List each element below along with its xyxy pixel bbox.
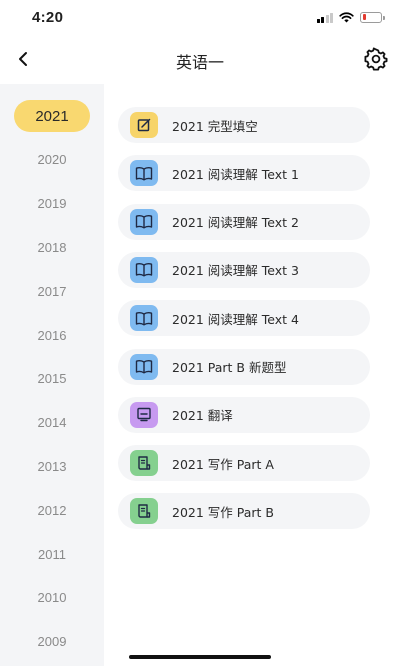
section-item-label: 2021 阅读理解 Text 2: [172, 215, 299, 231]
sidebar-year-2010[interactable]: 2010: [14, 582, 90, 614]
section-item-label: 2021 写作 Part A: [172, 456, 274, 472]
section-item[interactable]: 2021 阅读理解 Text 2: [118, 203, 370, 240]
wifi-icon: [339, 11, 354, 22]
section-item-label: 2021 写作 Part B: [172, 504, 274, 520]
translate-icon: [130, 401, 158, 428]
section-item[interactable]: 2021 Part B 新题型: [118, 348, 370, 385]
sidebar-year-2017[interactable]: 2017: [14, 275, 90, 307]
sidebar-year-2009[interactable]: 2009: [14, 626, 90, 658]
section-item-label: 2021 阅读理解 Text 1: [172, 166, 299, 182]
book-icon: [130, 305, 158, 332]
battery-icon: [360, 11, 385, 23]
page-title: 英语一: [175, 53, 224, 72]
edit-icon: [130, 112, 158, 138]
book-icon: [130, 353, 158, 380]
sidebar-year-2020[interactable]: 2020: [14, 144, 90, 176]
section-item-label: 2021 阅读理解 Text 3: [172, 263, 299, 279]
book-icon: [130, 208, 158, 235]
sidebar-year-2019[interactable]: 2019: [14, 188, 90, 220]
sidebar-year-2016[interactable]: 2016: [14, 319, 90, 351]
settings-button[interactable]: [362, 45, 390, 73]
year-sidebar: 2021 2020 2019 2018 2017 2016 2015 2014 2013 2012…: [0, 84, 104, 666]
section-item[interactable]: 2021 翻译: [118, 396, 370, 433]
sidebar-year-2011[interactable]: 2011: [14, 538, 90, 570]
section-item-label: 2021 阅读理解 Text 4: [172, 311, 299, 327]
section-item-label: 2021 翻译: [172, 408, 233, 424]
section-item[interactable]: 2021 写作 Part A: [118, 445, 370, 482]
section-item[interactable]: 2021 完型填空: [118, 107, 370, 143]
home-indicator: [129, 655, 271, 659]
nav-bar: 英语一: [0, 36, 400, 84]
sidebar-year-2021[interactable]: 2021: [14, 100, 90, 132]
section-list: 2021 完型填空 2021 阅读理解 Text 1 2021 阅读理解 Text …: [104, 84, 400, 666]
section-item[interactable]: 2021 阅读理解 Text 1: [118, 155, 370, 192]
document-icon: [130, 498, 158, 525]
book-icon: [130, 256, 158, 283]
sidebar-year-2015[interactable]: 2015: [14, 363, 90, 395]
section-item[interactable]: 2021 阅读理解 Text 4: [118, 300, 370, 337]
sidebar-year-2012[interactable]: 2012: [14, 494, 90, 526]
sidebar-year-2018[interactable]: 2018: [14, 231, 90, 263]
gear-icon: [364, 47, 388, 71]
document-icon: [130, 450, 158, 477]
status-time: 4:20: [32, 9, 64, 26]
section-item-label: 2021 Part B 新题型: [172, 360, 287, 375]
status-icons: [316, 10, 385, 24]
section-item[interactable]: 2021 阅读理解 Text 3: [118, 251, 370, 288]
status-bar: 4:20: [0, 0, 400, 36]
section-item-label: 2021 完型填空: [172, 118, 258, 134]
cellular-signal-icon: [316, 12, 333, 23]
section-item[interactable]: 2021 写作 Part B: [118, 493, 370, 530]
sidebar-year-2014[interactable]: 2014: [14, 407, 90, 439]
book-icon: [130, 160, 158, 187]
sidebar-year-2013[interactable]: 2013: [14, 450, 90, 482]
